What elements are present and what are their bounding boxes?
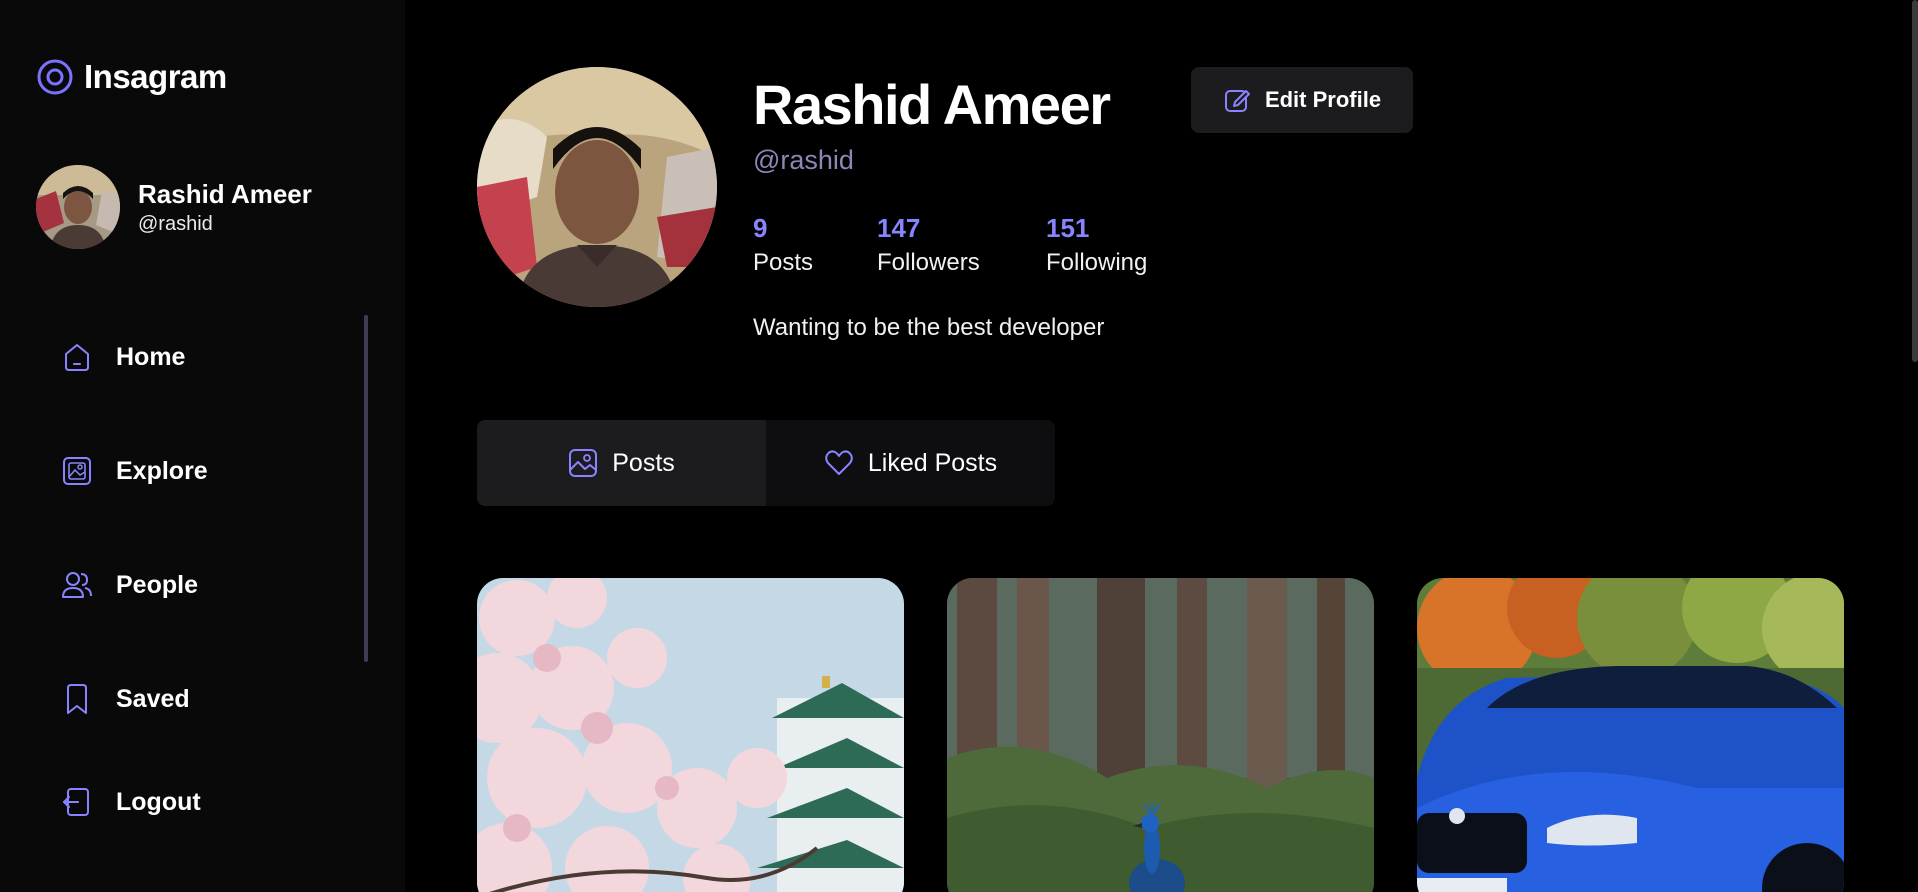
- stat-label: Following: [1046, 249, 1148, 276]
- stat-following[interactable]: 151 Following: [1046, 212, 1147, 280]
- avatar: [36, 165, 120, 249]
- logo-icon: [37, 59, 73, 95]
- profile-main: Rashid Ameer @rashid Edit Profile 9 Post…: [405, 0, 1918, 892]
- profile-avatar: [477, 67, 717, 307]
- sidebar-item-label: Saved: [116, 684, 190, 713]
- stat-followers[interactable]: 147 Followers: [877, 212, 980, 280]
- post-card[interactable]: [947, 578, 1374, 892]
- heart-icon: [825, 450, 853, 475]
- sidebar-user-name: Rashid Ameer: [138, 179, 312, 209]
- home-icon: [65, 344, 89, 371]
- sidebar-item-logout[interactable]: Logout: [60, 785, 201, 819]
- edit-profile-label: Edit Profile: [1264, 87, 1382, 112]
- profile-bio: Wanting to be the best developer: [753, 314, 1105, 341]
- logo-text: Insagram: [84, 58, 227, 95]
- saved-icon: [67, 684, 87, 714]
- post-card[interactable]: [1417, 578, 1844, 892]
- edit-profile-button[interactable]: Edit Profile: [1191, 67, 1413, 133]
- sidebar-item-label: Logout: [116, 787, 201, 816]
- stat-value: 9: [753, 213, 768, 243]
- stat-value: 151: [1046, 213, 1090, 243]
- posts-grid: [477, 578, 1844, 892]
- people-icon: [62, 572, 92, 598]
- stat-label: Posts: [753, 249, 814, 276]
- post-card[interactable]: [477, 578, 904, 892]
- stat-label: Followers: [877, 249, 980, 276]
- logo[interactable]: Insagram: [36, 58, 227, 96]
- sidebar: Insagram Rashid Ameer @rashid Home Explo…: [0, 0, 405, 892]
- sidebar-item-people[interactable]: People: [60, 568, 198, 602]
- sidebar-scrollbar[interactable]: [364, 315, 368, 662]
- post-image: [1417, 578, 1844, 892]
- sidebar-user-handle: @rashid: [138, 213, 213, 235]
- profile-handle: @rashid: [753, 145, 854, 175]
- page-scrollbar[interactable]: [1912, 0, 1918, 362]
- post-image: [947, 578, 1374, 892]
- sidebar-item-label: Explore: [116, 456, 208, 485]
- tab-posts[interactable]: Posts: [477, 420, 766, 506]
- sidebar-profile[interactable]: Rashid Ameer @rashid: [36, 165, 312, 249]
- tab-liked-posts[interactable]: Liked Posts: [766, 420, 1055, 506]
- sidebar-item-label: People: [116, 570, 198, 599]
- sidebar-item-home[interactable]: Home: [60, 340, 185, 374]
- explore-icon: [63, 457, 91, 485]
- post-image: [477, 578, 904, 892]
- profile-name: Rashid Ameer: [753, 73, 1111, 136]
- sidebar-item-saved[interactable]: Saved: [60, 682, 190, 716]
- logout-icon: [63, 788, 89, 816]
- tab-label: Posts: [612, 448, 675, 477]
- stat-value: 147: [877, 213, 921, 243]
- stat-posts: 9 Posts: [753, 212, 813, 280]
- sidebar-item-explore[interactable]: Explore: [60, 454, 208, 488]
- image-icon: [569, 449, 598, 477]
- profile-tabs: Posts Liked Posts: [477, 420, 1055, 506]
- edit-icon: [1224, 90, 1250, 112]
- tab-label: Liked Posts: [867, 448, 998, 477]
- sidebar-item-label: Home: [116, 342, 186, 371]
